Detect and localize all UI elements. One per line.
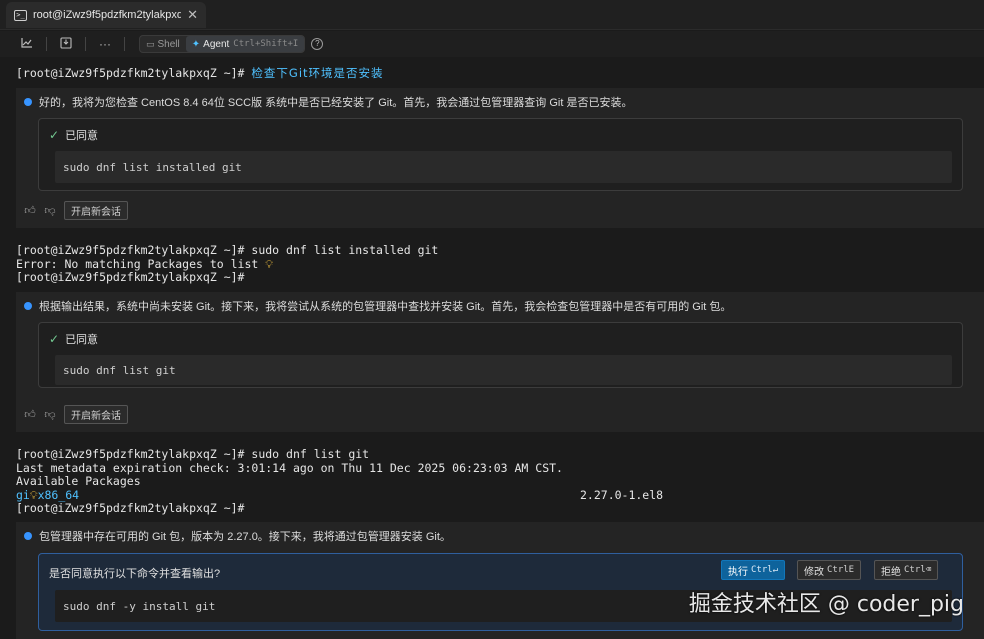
terminal-line: Last metadata expiration check: 3:01:14 … (16, 461, 563, 475)
bulb-icon[interactable]: 💡︎ (265, 258, 273, 271)
agent-message: 根据输出结果，系统中尚未安装 Git。接下来，我将尝试从系统的包管理器中查找并安… (24, 298, 731, 314)
modify-button[interactable]: 修改 CtrlE (797, 560, 862, 580)
agent-response-panel: 根据输出结果，系统中尚未安装 Git。接下来，我将尝试从系统的包管理器中查找并安… (16, 292, 984, 432)
command-block: sudo dnf list git (55, 355, 952, 385)
toolbar: ··· ▭ Shell ✦ Agent Ctrl+Shift+I ? (0, 31, 984, 57)
approved-command-card: ✓ 已同意 sudo dnf list git (38, 322, 963, 388)
thumbs-up-icon[interactable]: 👍︎ (24, 204, 36, 217)
toolbar-divider (46, 37, 47, 51)
thumbs-down-icon[interactable]: 👎︎ (44, 204, 56, 217)
tab-title: root@iZwz9f5pdzfkm2tylakpxqZ:~ (33, 9, 182, 21)
mode-agent-button[interactable]: ✦ Agent Ctrl+Shift+I (185, 36, 305, 52)
shell-prompt: [root@iZwz9f5pdzfkm2tylakpxqZ ~]# (16, 66, 252, 80)
agent-message: 包管理器中存在可用的 Git 包，版本为 2.27.0。接下来，我将通过包管理器… (24, 528, 451, 544)
user-query: 检查下Git环境是否安装 (251, 66, 384, 80)
watermark: 掘金技术社区 @ coder_pig (688, 592, 964, 617)
approved-command-card: ✓ 已同意 sudo dnf list installed git (38, 118, 963, 191)
download-icon[interactable] (55, 36, 77, 52)
mode-shell-button[interactable]: ▭ Shell (140, 36, 186, 52)
shell-icon: ▭ (146, 38, 155, 49)
reject-button[interactable]: 拒绝 Ctrl⌫ (874, 560, 939, 580)
status-dot (24, 98, 32, 106)
status-dot (24, 532, 32, 540)
tab-bar: >_ root@iZwz9f5pdzfkm2tylakpxqZ:~ ✕ (0, 0, 984, 30)
package-name: gi (16, 488, 30, 502)
execute-button[interactable]: 执行 Ctrl↵ (721, 560, 786, 580)
approval-status: ✓ 已同意 (49, 128, 99, 142)
terminal-line: [root@iZwz9f5pdzfkm2tylakpxqZ ~]# sudo d… (16, 243, 439, 257)
agent-response-panel: 好的，我将为您检查 CentOS 8.4 64位 SCC版 系统中是否已经安装了… (16, 88, 984, 228)
terminal-tab[interactable]: >_ root@iZwz9f5pdzfkm2tylakpxqZ:~ ✕ (6, 2, 206, 28)
terminal-line: [root@iZwz9f5pdzfkm2tylakpxqZ ~]# sudo d… (16, 447, 370, 461)
new-chat-button[interactable]: 开启新会话 (64, 405, 128, 424)
feedback-bar: 👍︎ 👎︎ 开启新会话 (24, 405, 128, 424)
agent-message: 好的，我将为您检查 CentOS 8.4 64位 SCC版 系统中是否已经安装了… (24, 94, 632, 110)
toolbar-divider (124, 37, 125, 51)
agent-response-panel: 包管理器中存在可用的 Git 包，版本为 2.27.0。接下来，我将通过包管理器… (16, 522, 984, 639)
sparkle-icon: ✦ (191, 38, 201, 50)
agent-shortcut: Ctrl+Shift+I (233, 39, 299, 49)
status-dot (24, 302, 32, 310)
close-icon[interactable]: ✕ (187, 7, 198, 23)
thumbs-up-icon[interactable]: 👍︎ (24, 408, 36, 421)
mode-switch: ▭ Shell ✦ Agent Ctrl+Shift+I (139, 35, 306, 53)
terminal-line: [root@iZwz9f5pdzfkm2tylakpxqZ ~]# (16, 270, 245, 284)
command-block: sudo dnf list installed git (55, 151, 952, 183)
check-icon: ✓ (49, 128, 60, 142)
approval-question: 是否同意执行以下命令并查看输出? (49, 568, 221, 580)
more-icon[interactable]: ··· (94, 37, 116, 51)
package-version: 2.27.0-1.el8 (580, 488, 664, 502)
thumbs-down-icon[interactable]: 👎︎ (44, 408, 56, 421)
help-icon[interactable]: ? (311, 38, 324, 50)
approval-status: ✓ 已同意 (49, 332, 99, 346)
toolbar-divider (85, 37, 86, 51)
terminal-line: [root@iZwz9f5pdzfkm2tylakpxqZ ~]# (16, 501, 245, 515)
feedback-bar: 👍︎ 👎︎ 开启新会话 (24, 201, 128, 220)
terminal-line: Available Packages (16, 474, 141, 488)
terminal-line: [root@iZwz9f5pdzfkm2tylakpxqZ ~]# 检查下Git… (16, 66, 384, 80)
new-chat-button[interactable]: 开启新会话 (64, 201, 128, 220)
terminal-icon: >_ (14, 9, 27, 21)
check-icon: ✓ (49, 332, 60, 346)
chart-icon[interactable] (16, 37, 38, 51)
package-arch: x86_64 (37, 488, 80, 502)
